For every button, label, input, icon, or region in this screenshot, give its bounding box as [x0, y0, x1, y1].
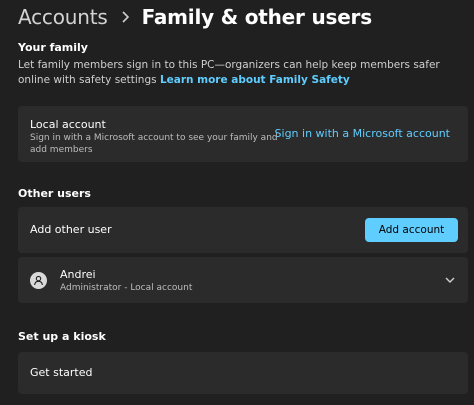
local-account-title: Local account — [30, 118, 106, 131]
chevron-right-icon — [122, 11, 129, 23]
family-description: Let family members sign in to this PC—or… — [18, 58, 458, 88]
settings-page: Accounts Family & other users Your famil… — [0, 0, 474, 405]
breadcrumb-accounts[interactable]: Accounts — [18, 5, 108, 29]
add-other-user-card: Add other user Add account — [18, 207, 468, 253]
add-other-user-label: Add other user — [30, 223, 112, 236]
get-started-label: Get started — [30, 366, 93, 379]
sign-in-microsoft-link[interactable]: Sign in with a Microsoft account — [275, 127, 450, 140]
user-item-andrei[interactable]: Andrei Administrator - Local account — [18, 257, 468, 303]
chevron-down-icon[interactable] — [444, 275, 456, 285]
page-title: Family & other users — [141, 5, 373, 29]
other-users-heading: Other users — [18, 187, 91, 200]
your-family-heading: Your family — [18, 41, 88, 54]
breadcrumb: Accounts Family & other users — [18, 2, 372, 32]
local-account-card: Local account Sign in with a Microsoft a… — [18, 106, 468, 162]
user-name: Andrei — [60, 268, 96, 281]
add-account-button[interactable]: Add account — [365, 218, 458, 242]
user-role: Administrator - Local account — [60, 283, 193, 293]
kiosk-heading: Set up a kiosk — [18, 330, 106, 343]
local-account-subtitle: Sign in with a Microsoft account to see … — [30, 133, 278, 155]
user-avatar-icon — [30, 272, 47, 289]
learn-more-family-safety-link[interactable]: Learn more about Family Safety — [160, 74, 350, 86]
kiosk-get-started-card[interactable]: Get started — [18, 352, 468, 394]
